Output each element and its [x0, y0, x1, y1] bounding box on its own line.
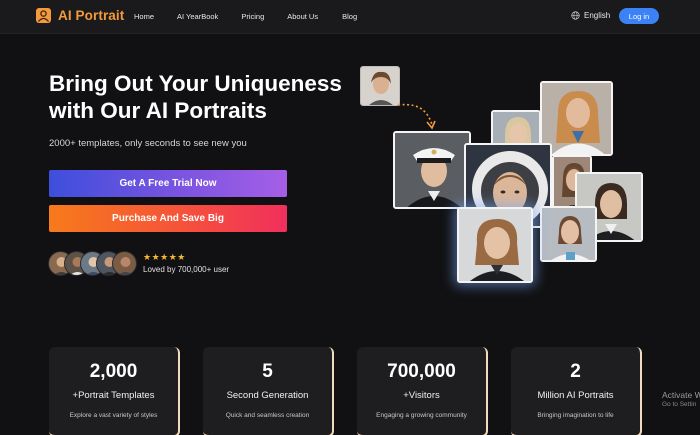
stat-card-visitors: 700,000 +Visitors Engaging a growing com… — [357, 347, 488, 435]
stat-label: +Portrait Templates — [72, 390, 155, 401]
user-avatar-group — [48, 251, 140, 277]
nav-link-home[interactable]: Home — [134, 12, 154, 21]
brand-logo[interactable]: AI Portrait — [36, 8, 124, 23]
globe-icon — [571, 11, 580, 20]
stat-card-templates: 2,000 +Portrait Templates Explore a vast… — [49, 347, 180, 435]
hero-subtitle: 2000+ templates, only seconds to see new… — [49, 138, 247, 149]
portrait-photo-captain — [393, 131, 471, 209]
stat-card-portraits: 2 Million AI Portraits Bringing imaginat… — [511, 347, 642, 435]
nav-link-about-us[interactable]: About Us — [287, 12, 318, 21]
language-label: English — [584, 11, 611, 20]
stat-label: Second Generation — [226, 390, 309, 401]
windows-activation-watermark: Activate W Go to Settin — [662, 390, 700, 410]
activation-line-1: Activate W — [662, 390, 700, 400]
purchase-button[interactable]: Purchase And Save Big — [49, 205, 287, 232]
dotted-arrow-icon — [397, 103, 436, 130]
stat-description: Engaging a growing community — [376, 412, 467, 419]
login-button[interactable]: Log in — [619, 8, 659, 24]
nav-links: Home AI YearBook Pricing About Us Blog — [134, 12, 357, 21]
nav-link-ai-yearbook[interactable]: AI YearBook — [177, 12, 218, 21]
portrait-logo-icon — [36, 8, 51, 23]
rating-stars: ★★★★★ — [143, 252, 186, 262]
portrait-photo-nurse — [540, 206, 597, 262]
stat-description: Bringing imagination to life — [537, 412, 614, 419]
loved-by-text: Loved by 700,000+ user — [143, 265, 230, 274]
portrait-photo-small — [360, 66, 400, 106]
stat-number: 700,000 — [387, 361, 456, 382]
brand-name: AI Portrait — [58, 8, 125, 23]
portrait-photo-highlight — [457, 207, 533, 283]
nav-link-blog[interactable]: Blog — [342, 12, 357, 21]
language-selector[interactable]: English — [571, 11, 610, 20]
top-nav: AI Portrait Home AI YearBook Pricing Abo… — [0, 0, 700, 34]
stat-label: Million AI Portraits — [537, 390, 614, 401]
activation-line-2: Go to Settin — [662, 401, 697, 408]
stat-card-generation: 5 Second Generation Quick and seamless c… — [203, 347, 334, 435]
stat-number: 2 — [570, 361, 581, 382]
stat-label: +Visitors — [403, 390, 440, 401]
stat-number: 5 — [262, 361, 273, 382]
stat-number: 2,000 — [89, 361, 138, 382]
stat-description: Explore a vast variety of styles — [69, 412, 158, 419]
hero-title: Bring Out Your Uniqueness with Our AI Po… — [49, 71, 342, 123]
nav-link-pricing[interactable]: Pricing — [241, 12, 264, 21]
stat-description: Quick and seamless creation — [225, 412, 310, 419]
free-trial-button[interactable]: Get A Free Trial Now — [49, 170, 287, 197]
avatar — [112, 251, 137, 276]
